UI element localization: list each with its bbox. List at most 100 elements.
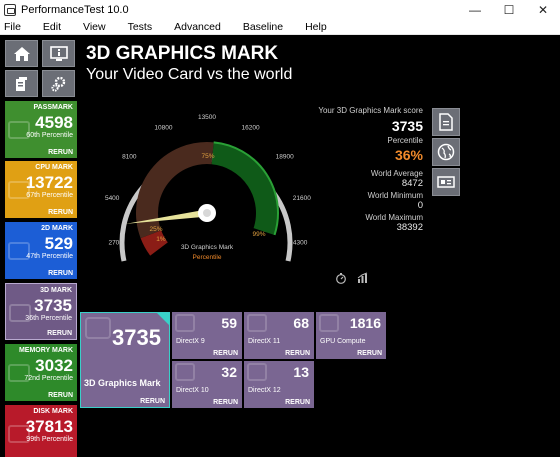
- tile-name: DISK MARK: [33, 408, 73, 415]
- subtest-tile-directx11[interactable]: 68 DirectX 11 RERUN: [244, 312, 314, 359]
- score-stats: Your 3D Graphics Mark score 3735 Percent…: [318, 106, 423, 235]
- globe-icon: [437, 143, 455, 161]
- tile-percentile: 72nd Percentile: [24, 375, 73, 382]
- stopwatch-icon[interactable]: [335, 272, 347, 284]
- subtest-value: 32: [221, 364, 237, 380]
- tile-memory-mark[interactable]: MEMORY MARK 3032 72nd Percentile RERUN: [5, 344, 77, 401]
- ticket-icon: [437, 176, 455, 188]
- subtest-rerun-button[interactable]: RERUN: [213, 350, 238, 357]
- gauge-tick-label: 2700: [108, 240, 123, 247]
- score-label: Your 3D Graphics Mark score: [318, 106, 423, 115]
- tile-3d-mark[interactable]: 3D MARK 3735 36th Percentile RERUN: [5, 283, 77, 340]
- system-info-button[interactable]: [42, 40, 75, 67]
- gauge-p1-label: 1%: [156, 236, 166, 243]
- subtest-rerun-button[interactable]: RERUN: [357, 350, 382, 357]
- subtest-tile-directx9[interactable]: 59 DirectX 9 RERUN: [172, 312, 242, 359]
- world-minimum-label: World Minimum: [367, 191, 423, 200]
- document-icon: [439, 113, 453, 131]
- menu-file[interactable]: File: [4, 21, 21, 33]
- tile-rerun-button[interactable]: RERUN: [48, 149, 73, 156]
- tile-rerun-button[interactable]: RERUN: [48, 209, 73, 216]
- tile-rerun-button[interactable]: RERUN: [48, 392, 73, 399]
- tile-score: 3735: [34, 296, 72, 315]
- subtest-watermark-icon: [175, 314, 195, 332]
- menu-advanced[interactable]: Advanced: [174, 21, 221, 33]
- subtest-rerun-button[interactable]: RERUN: [213, 399, 238, 406]
- tile-name: 3D MARK: [40, 287, 72, 294]
- baseline-button[interactable]: [432, 168, 460, 196]
- tile-percentile: 60th Percentile: [26, 132, 73, 139]
- tile-2d-mark[interactable]: 2D MARK 529 47th Percentile RERUN: [5, 222, 77, 279]
- tile-score: 529: [44, 234, 73, 253]
- export-document-button[interactable]: [432, 108, 460, 136]
- menu-view[interactable]: View: [83, 21, 106, 33]
- score-value: 3735: [391, 118, 423, 134]
- tile-name: CPU MARK: [35, 164, 73, 171]
- window-title: PerformanceTest 10.0: [21, 4, 129, 16]
- monitor-info-icon: [49, 45, 68, 61]
- tile-cpu-mark[interactable]: CPU MARK 13722 67th Percentile RERUN: [5, 161, 77, 218]
- subtest-value: 68: [293, 315, 309, 331]
- percentile-value: 36%: [394, 147, 423, 163]
- tile-score: 13722: [25, 173, 73, 192]
- menu-bar: File Edit View Tests Advanced Baseline H…: [0, 20, 560, 35]
- gauge-tick-label: 10800: [154, 125, 172, 132]
- menu-baseline[interactable]: Baseline: [243, 21, 283, 33]
- subtest-label: DirectX 11: [248, 338, 281, 345]
- gauge-tick-label: 5400: [105, 195, 120, 202]
- gauge-tick-label: 8100: [122, 154, 137, 161]
- gears-icon: [50, 76, 65, 92]
- menu-help[interactable]: Help: [305, 21, 327, 33]
- compare-world-button[interactable]: [432, 138, 460, 166]
- subtest-watermark-icon: [247, 363, 267, 381]
- percentile-label: Percentile: [387, 136, 423, 145]
- menu-tests[interactable]: Tests: [128, 21, 153, 33]
- bar-chart-icon[interactable]: [357, 272, 369, 284]
- page-subtitle: Your Video Card vs the world: [86, 66, 293, 83]
- gauge-tick-label: 16200: [242, 125, 260, 132]
- title-bar: PerformanceTest 10.0 — ☐ ✕: [0, 0, 560, 20]
- tile-disk-mark[interactable]: DISK MARK 37813 99th Percentile: [5, 405, 77, 457]
- subtest-label: DirectX 12: [248, 387, 281, 394]
- tile-percentile: 47th Percentile: [26, 253, 73, 260]
- 3d-mark-watermark-icon: [85, 317, 111, 339]
- close-button[interactable]: ✕: [526, 0, 560, 20]
- gauge-p75-label: 75%: [201, 153, 214, 160]
- subtest-watermark-icon: [247, 314, 267, 332]
- subtest-watermark-icon: [175, 363, 195, 381]
- subtest-tile-gpu-compute[interactable]: 1816 GPU Compute RERUN: [316, 312, 386, 359]
- gauge-tick-label: 18900: [276, 154, 294, 161]
- maximize-button[interactable]: ☐: [492, 0, 526, 20]
- main-score-tile[interactable]: 3735 3D Graphics Mark RERUN: [80, 312, 170, 408]
- database-icon: [15, 76, 27, 91]
- tile-score: 4598: [35, 113, 73, 132]
- results-button[interactable]: [5, 70, 38, 97]
- home-button[interactable]: [5, 40, 38, 67]
- gauge-hub-inner: [203, 209, 211, 217]
- menu-edit[interactable]: Edit: [43, 21, 61, 33]
- minimize-button[interactable]: —: [458, 0, 492, 20]
- tile-rerun-button[interactable]: RERUN: [48, 270, 73, 277]
- gauge-tick-label: 21600: [293, 195, 311, 202]
- gauge-tick-label: 13500: [198, 114, 216, 121]
- subtest-label: DirectX 9: [176, 338, 205, 345]
- subtest-tile-directx12[interactable]: 13 DirectX 12 RERUN: [244, 361, 314, 408]
- world-maximum-label: World Maximum: [365, 213, 423, 222]
- subtest-tile-directx10[interactable]: 32 DirectX 10 RERUN: [172, 361, 242, 408]
- subtest-label: GPU Compute: [320, 338, 366, 345]
- gauge-band-mid: [136, 142, 214, 239]
- tile-rerun-button[interactable]: RERUN: [47, 330, 72, 337]
- subtest-watermark-icon: [319, 314, 339, 332]
- tile-passmark[interactable]: PASSMARK 4598 60th Percentile RERUN: [5, 101, 77, 158]
- gauge-p99-label: 99%: [252, 231, 265, 238]
- main-rerun-button[interactable]: RERUN: [140, 398, 165, 405]
- gauge-center-label: 3D Graphics Mark: [181, 244, 234, 251]
- tile-score: 37813: [25, 417, 73, 436]
- settings-button[interactable]: [42, 70, 75, 97]
- subtest-rerun-button[interactable]: RERUN: [285, 399, 310, 406]
- subtest-rerun-button[interactable]: RERUN: [285, 350, 310, 357]
- world-average-value: 8472: [401, 178, 423, 189]
- selected-corner-marker: [157, 313, 169, 325]
- main-score-value: 3735: [112, 325, 161, 350]
- world-minimum-value: 0: [417, 200, 423, 211]
